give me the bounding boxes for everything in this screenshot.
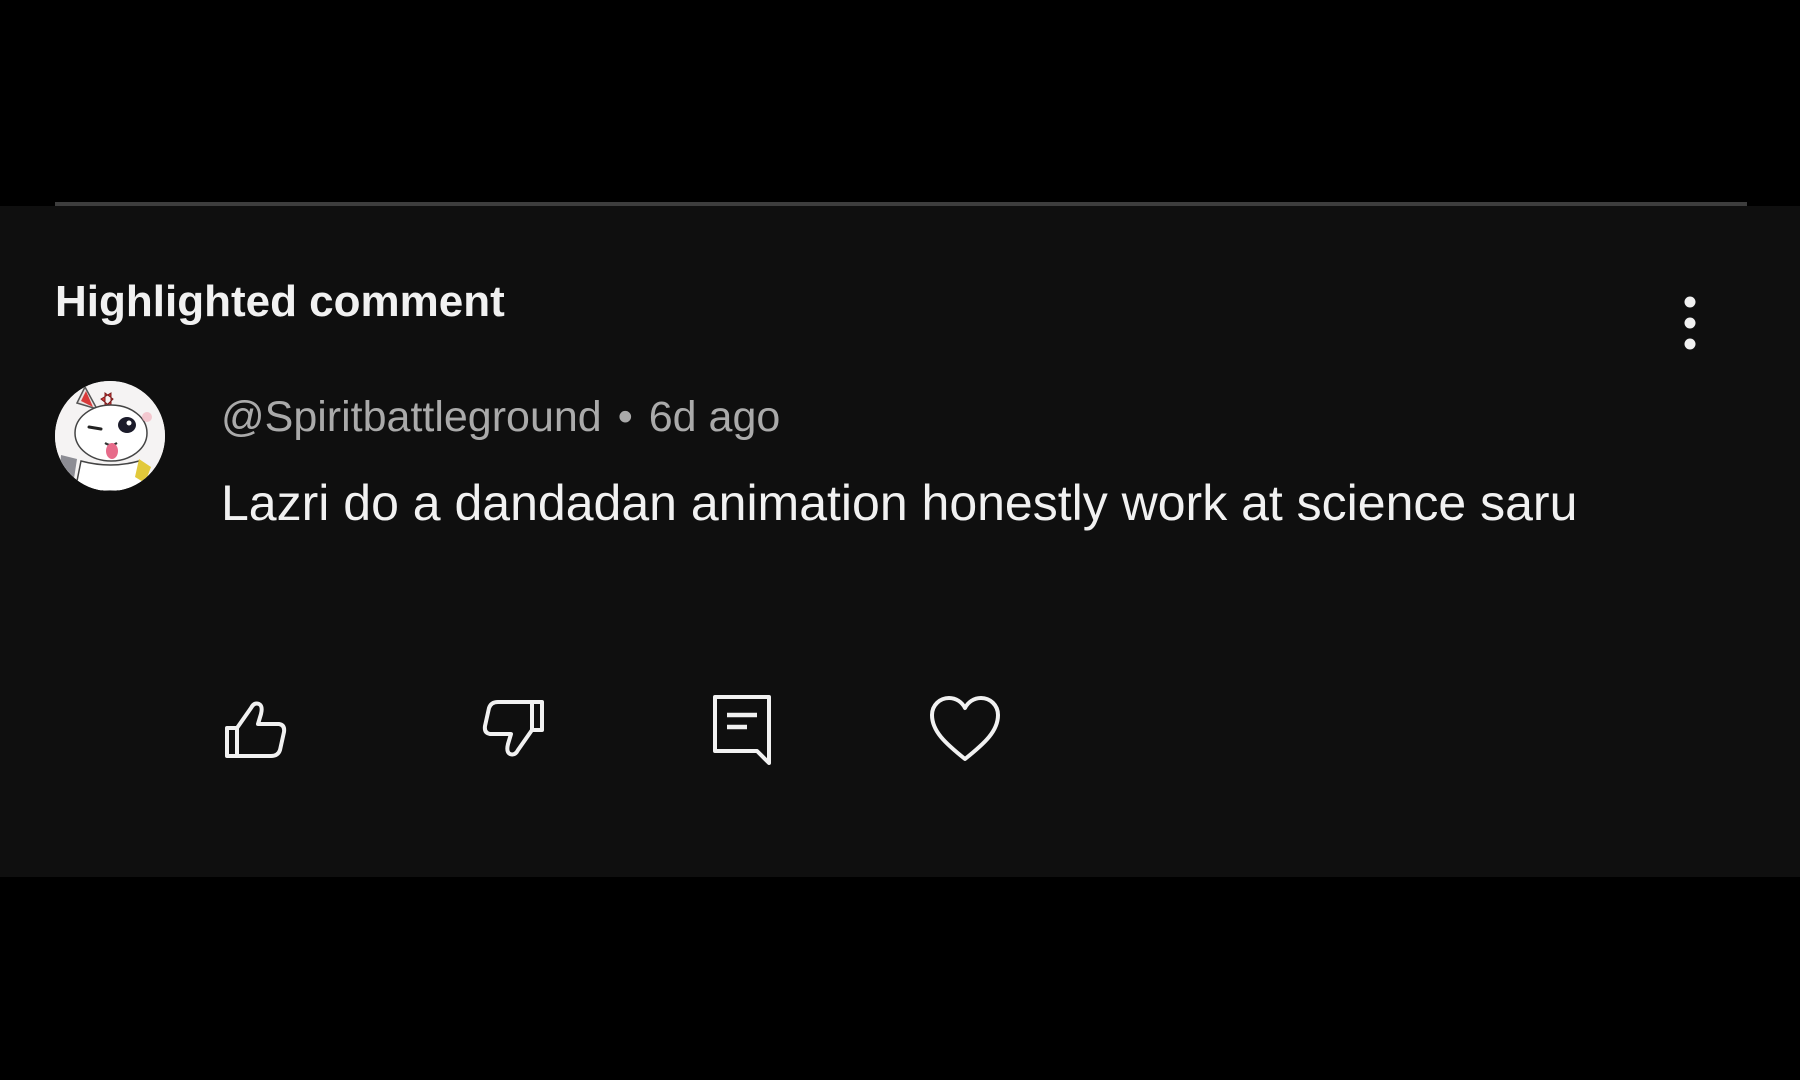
thumbs-down-icon	[482, 700, 544, 757]
thumbs-up-icon	[225, 701, 287, 758]
cat-avatar-icon	[55, 381, 165, 491]
comment-meta: @Spiritbattleground • 6d ago	[221, 392, 780, 444]
comment-text: Lazri do a dandadan animation honestly w…	[221, 475, 1578, 531]
video-area-top	[0, 0, 1800, 203]
comment-actions	[0, 684, 1800, 774]
reply-comment-icon	[713, 695, 771, 765]
vertical-ellipsis-icon	[1684, 296, 1696, 350]
panel-title: Highlighted comment	[55, 277, 505, 326]
comment-timestamp: 6d ago	[648, 393, 781, 441]
meta-separator: •	[617, 393, 633, 441]
page: Highlighted comment @Spiritbattleground …	[0, 0, 1800, 1080]
avatar[interactable]	[55, 381, 165, 491]
highlighted-comment-panel: Highlighted comment @Spiritbattleground …	[0, 206, 1800, 877]
like-button[interactable]	[211, 684, 301, 774]
heart-button[interactable]	[920, 684, 1010, 774]
dislike-button[interactable]	[468, 684, 558, 774]
author-handle[interactable]: @Spiritbattleground	[221, 393, 602, 441]
reply-button[interactable]	[697, 684, 787, 774]
heart-icon	[930, 696, 1000, 761]
lower-background	[0, 877, 1800, 1080]
more-options-button[interactable]	[1664, 288, 1716, 358]
